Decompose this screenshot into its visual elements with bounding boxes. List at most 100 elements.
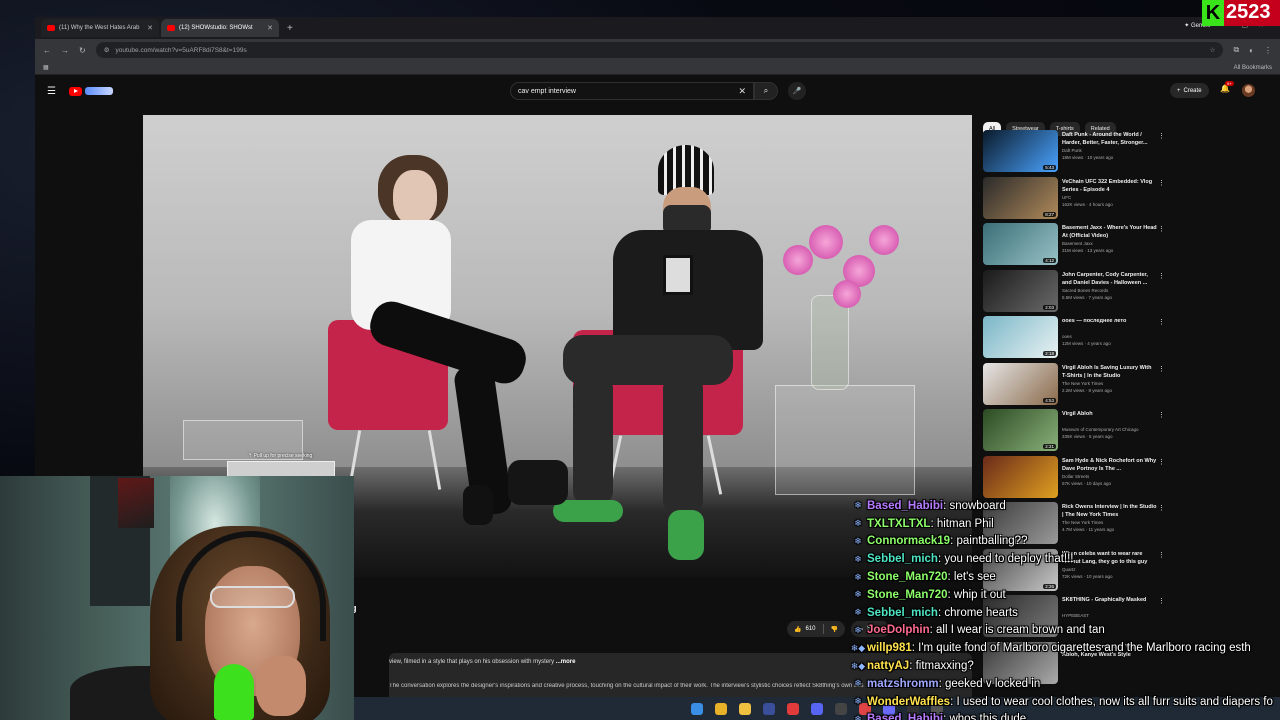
apps-grid-icon[interactable]: ▦ [43, 64, 49, 71]
video-thumbnail[interactable]: 8:27 [983, 176, 1058, 219]
video-thumbnail[interactable]: 2:18 [983, 316, 1058, 358]
notifications-button[interactable]: 🔔 9+ [1220, 81, 1234, 93]
chat-message: ❄ Based_Habibi: snowboard [848, 497, 1280, 515]
site-info-icon[interactable]: ⚙ [104, 46, 110, 54]
chat-username[interactable]: Stone_Man720 [867, 571, 948, 583]
app-icon[interactable] [835, 702, 847, 715]
recommendation-channel[interactable]: Sacred Bones Records [1062, 288, 1108, 293]
thumbs-down-icon[interactable]: 👎 [831, 626, 838, 633]
recommendation-views: 2.2M views · 8 years ago [1062, 387, 1113, 393]
chat-username[interactable]: Sebbel_mich [867, 607, 938, 619]
chat-username[interactable]: WonderWaffles [867, 696, 950, 708]
counter-badge: K 2523 [1202, 0, 1280, 26]
search-input[interactable]: cav empt interview ✕ [510, 82, 754, 100]
video-thumbnail[interactable] [983, 455, 1058, 498]
recommendation-title[interactable]: Basement Jaxx - Where's Your Head At (Of… [1062, 224, 1157, 240]
new-tab-button[interactable]: + [281, 23, 299, 34]
chat-text: whip it out [953, 588, 1006, 601]
like-dislike-pill[interactable]: 👍 610 👎 [787, 621, 845, 637]
video-thumbnail[interactable]: 2:21 [983, 409, 1058, 451]
video-thumbnail[interactable]: 5:43 [983, 130, 1058, 172]
chat-message: ❄ WonderWaffles: I used to wear cool clo… [848, 693, 1280, 711]
recommendation-title[interactable]: John Carpenter, Cody Carpenter, and Dani… [1062, 271, 1157, 287]
back-icon[interactable]: ← [43, 46, 51, 55]
discord-icon[interactable] [811, 702, 823, 715]
windows-start-icon[interactable] [691, 702, 703, 715]
obs-icon[interactable] [763, 702, 775, 715]
profile-icon[interactable]: ◐ [1249, 46, 1254, 55]
recommendation-title[interactable]: VeChain UFC 322 Embedded: Vlog Series - … [1062, 178, 1157, 194]
close-tab-icon[interactable]: ✕ [267, 24, 273, 32]
snowflake-badge-icon: ❄ [854, 607, 862, 618]
chat-username[interactable]: Based_Habibi [867, 500, 943, 512]
recommendation-channel[interactable]: UFC [1062, 195, 1071, 200]
video-thumbnail[interactable]: 2:03 [983, 269, 1058, 312]
chat-message: ❄ Sebbel_mich: chrome hearts [848, 604, 1280, 622]
close-tab-icon[interactable]: ✕ [147, 24, 153, 32]
voice-search-button[interactable]: 🎤 [788, 82, 806, 100]
more-actions-icon[interactable]: ⋮ [1158, 225, 1165, 233]
bookmark-star-icon[interactable]: ☆ [1210, 46, 1216, 54]
recommendation-title[interactable]: Virgil Abloh Is Saving Luxury With T-Shi… [1062, 364, 1157, 380]
file-explorer-icon[interactable] [739, 702, 751, 715]
account-avatar[interactable] [1242, 84, 1255, 97]
more-actions-icon[interactable]: ⋮ [1158, 318, 1165, 326]
hamburger-menu-icon[interactable]: ☰ [47, 86, 56, 97]
recommendation-item[interactable]: 8:27 VeChain UFC 322 Embedded: Vlog Seri… [983, 176, 1165, 219]
chat-username[interactable]: TXLTXLTXL [867, 518, 930, 530]
chat-username[interactable]: Sebbel_mich [867, 553, 938, 565]
create-button[interactable]: + Create [1170, 83, 1209, 98]
video-thumbnail[interactable]: 4:53 [983, 362, 1058, 405]
forward-icon[interactable]: → [61, 46, 69, 55]
recommendation-item[interactable]: 4:12 Basement Jaxx - Where's Your Head A… [983, 223, 1165, 265]
chat-username[interactable]: willp981 [867, 642, 912, 654]
duration-badge: 2:03 [1043, 304, 1056, 310]
chrome-icon[interactable] [715, 702, 727, 715]
chat-username[interactable]: matzshromm [867, 678, 939, 690]
recommendation-item[interactable]: Sam Hyde & Nick Rochefort on Why Dave Po… [983, 455, 1165, 498]
more-actions-icon[interactable]: ⋮ [1158, 365, 1165, 373]
extensions-icon[interactable]: ⧉ [1233, 45, 1239, 55]
chat-text: you need to deploy that!!! [944, 553, 1074, 566]
recommendation-channel[interactable]: ooes [1062, 334, 1072, 339]
recommendation-title[interactable]: Daft Punk - Around the World / Harder, B… [1062, 131, 1157, 147]
more-actions-icon[interactable]: ⋮ [1158, 272, 1165, 280]
chat-username[interactable]: Stone_Man720 [867, 589, 948, 601]
tab-showstudio[interactable]: (12) SHOWstudio: SHOWst ✕ [161, 19, 279, 37]
recommendation-title[interactable]: Sam Hyde & Nick Rochefort on Why Dave Po… [1062, 457, 1157, 473]
search-button[interactable]: ⌕ [754, 82, 778, 100]
tab-why-the-west[interactable]: (11) Why the West Hates Arab ✕ [41, 19, 159, 37]
description-more-link[interactable]: ...more [556, 659, 576, 665]
youtube-logo[interactable] [69, 86, 113, 96]
more-actions-icon[interactable]: ⋮ [1158, 458, 1165, 466]
recommendation-channel[interactable]: Daft Punk [1062, 148, 1082, 153]
recommendation-item[interactable]: 2:18 ooes — последнее лето ooes 12M view… [983, 316, 1165, 358]
steam-icon[interactable] [787, 702, 799, 715]
url-field[interactable]: ⚙ youtube.com/watch?v=5uARF8di7S8&t=199s… [95, 42, 1224, 58]
recommendation-channel[interactable]: Dollar Streets [1062, 474, 1089, 479]
video-thumbnail[interactable]: 4:12 [983, 223, 1058, 265]
chat-username[interactable]: JoeDolphin [867, 624, 930, 636]
recommendation-title[interactable]: ooes — последнее лето [1062, 317, 1157, 325]
recommendation-item[interactable]: 4:53 Virgil Abloh Is Saving Luxury With … [983, 362, 1165, 405]
more-actions-icon[interactable]: ⋮ [1158, 179, 1165, 187]
chat-username[interactable]: nattyAJ [867, 660, 909, 672]
clear-search-icon[interactable]: ✕ [738, 86, 746, 97]
recommendation-channel[interactable]: Museum of Contemporary Art Chicago [1062, 427, 1139, 432]
thumbs-up-icon[interactable]: 👍 [794, 626, 801, 633]
black-boot [463, 485, 493, 525]
chat-username[interactable]: Based_Habibi [867, 713, 943, 720]
more-icon[interactable]: ⋮ [1264, 46, 1272, 55]
all-bookmarks-link[interactable]: All Bookmarks [1234, 65, 1272, 71]
recommendation-item[interactable]: 2:21 Virgil Abloh Museum of Contemporary… [983, 409, 1165, 451]
more-actions-icon[interactable]: ⋮ [1158, 411, 1165, 419]
recommendation-channel[interactable]: The New York Times [1062, 381, 1103, 386]
reload-icon[interactable]: ↻ [79, 46, 86, 55]
recommendation-item[interactable]: 2:03 John Carpenter, Cody Carpenter, and… [983, 269, 1165, 312]
recommendation-title[interactable]: Virgil Abloh [1062, 410, 1157, 418]
chat-username[interactable]: Connormack19 [867, 535, 950, 547]
recommendation-channel[interactable]: Basement Jaxx [1062, 241, 1093, 246]
more-actions-icon[interactable]: ⋮ [1158, 132, 1165, 140]
description-body: The conversation explores the designer's… [389, 683, 864, 689]
recommendation-item[interactable]: 5:43 Daft Punk - Around the World / Hard… [983, 130, 1165, 172]
